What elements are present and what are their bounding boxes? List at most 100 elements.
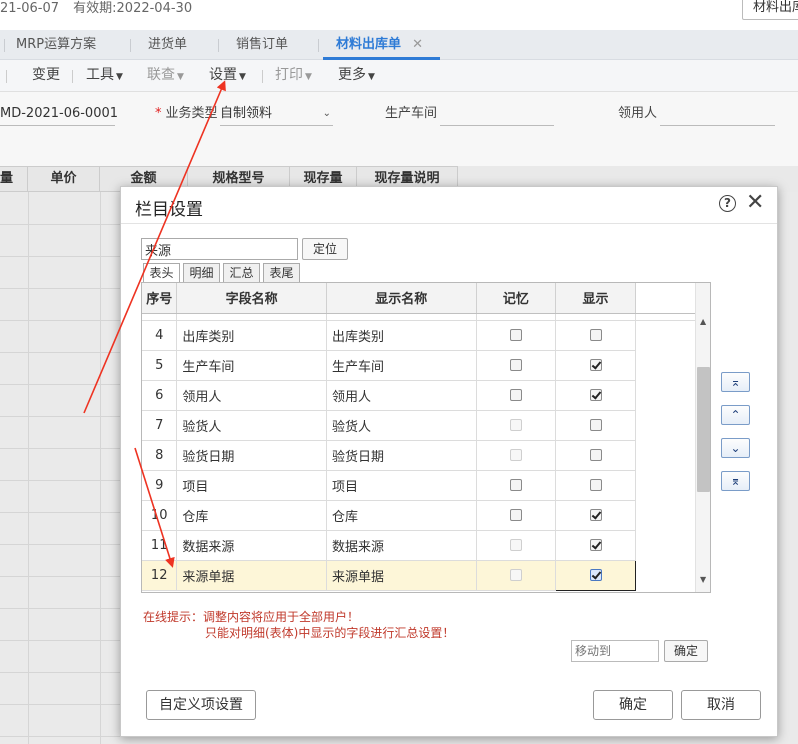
document-number-field[interactable]: MD-2021-06-0001: [0, 104, 118, 126]
table-row[interactable]: 10 仓库 仓库: [142, 500, 710, 531]
row-display-name[interactable]: 验货人: [326, 410, 477, 441]
show-checkbox[interactable]: [589, 389, 602, 401]
grid-line: [28, 192, 29, 744]
query-label: 联查: [147, 67, 175, 83]
column-unit-price[interactable]: 单价: [28, 167, 100, 191]
memory-checkbox[interactable]: [509, 479, 522, 491]
print-menu[interactable]: 打印 ▼: [275, 60, 312, 92]
move-bottom-button[interactable]: ⌆: [721, 471, 750, 491]
memory-checkbox[interactable]: [509, 389, 522, 401]
move-to-confirm-button[interactable]: 确定: [664, 640, 708, 662]
settings-label: 设置: [209, 67, 237, 83]
tab-separator: [4, 39, 5, 52]
table-row[interactable]: 4 出库类别 出库类别: [142, 320, 710, 351]
material-out-button[interactable]: 材料出库: [742, 0, 798, 20]
row-memory-cell: [476, 500, 557, 531]
row-index: 6: [142, 380, 178, 411]
subtab-footer[interactable]: 表尾: [263, 263, 300, 283]
show-checkbox[interactable]: [589, 359, 602, 371]
grid-line: [0, 256, 120, 257]
row-show-cell: [555, 320, 636, 351]
print-label: 打印: [275, 67, 303, 83]
show-checkbox[interactable]: [589, 479, 602, 491]
header-memory: 记忆: [476, 283, 557, 314]
toolbar-separator: [6, 70, 7, 83]
query-menu[interactable]: 联查 ▼: [147, 60, 184, 92]
table-row[interactable]: 5 生产车间 生产车间: [142, 350, 710, 381]
settings-menu[interactable]: 设置 ▼: [209, 60, 246, 92]
row-index: 12: [142, 560, 178, 591]
row-display-name[interactable]: 验货日期: [326, 440, 477, 471]
locate-button[interactable]: 定位: [302, 238, 348, 260]
show-checkbox[interactable]: [589, 569, 602, 581]
table-row[interactable]: 7 验货人 验货人: [142, 410, 710, 441]
custom-fields-button[interactable]: 自定义项设置: [146, 690, 256, 720]
grid-line: [0, 224, 120, 225]
row-display-name[interactable]: 出库类别: [326, 320, 477, 351]
show-checkbox[interactable]: [589, 449, 602, 461]
change-button[interactable]: 变更: [32, 60, 60, 92]
tab-material-out-doc[interactable]: 材料出库单 ✕: [336, 30, 423, 60]
scroll-thumb[interactable]: [697, 367, 710, 492]
grid-line: [100, 192, 101, 744]
tab-purchase-receipt[interactable]: 进货单: [148, 30, 187, 60]
show-checkbox[interactable]: [589, 329, 602, 341]
table-row[interactable]: 12 来源单据 来源单据: [142, 559, 710, 591]
cancel-button[interactable]: 取消: [681, 690, 761, 720]
row-field-name: 领用人: [176, 380, 327, 411]
row-display-name[interactable]: 领用人: [326, 380, 477, 411]
row-show-cell: [555, 559, 636, 591]
more-menu[interactable]: 更多 ▼: [338, 60, 375, 92]
column-quantity[interactable]: 量: [0, 167, 28, 191]
close-icon[interactable]: ✕: [746, 191, 764, 215]
chevron-down-icon: ▼: [368, 72, 375, 82]
show-checkbox[interactable]: [589, 539, 602, 551]
row-show-cell: [555, 410, 636, 441]
tab-label: 材料出库单: [336, 37, 402, 52]
tools-menu[interactable]: 工具 ▼: [86, 60, 123, 92]
business-type-select[interactable]: 自制领料 ⌄: [220, 104, 333, 126]
receiver-field[interactable]: [660, 104, 775, 126]
move-up-button[interactable]: ⌃: [721, 405, 750, 425]
table-row[interactable]: 8 验货日期 验货日期: [142, 440, 710, 471]
title-divider: [121, 223, 777, 224]
table-row[interactable]: 6 领用人 领用人: [142, 380, 710, 411]
tab-mrp-plan[interactable]: MRP运算方案: [16, 30, 96, 60]
move-to-input[interactable]: [571, 640, 659, 662]
workshop-field[interactable]: [440, 104, 554, 126]
row-display-name[interactable]: 来源单据: [326, 560, 477, 591]
tab-sales-order[interactable]: 销售订单: [236, 30, 288, 60]
toolbar-separator: [262, 70, 263, 83]
table-scrollbar[interactable]: ▲ ▼: [695, 283, 710, 592]
subtab-summary[interactable]: 汇总: [223, 263, 260, 283]
move-down-button[interactable]: ⌄: [721, 438, 750, 458]
table-row[interactable]: 11 数据来源 数据来源: [142, 530, 710, 561]
row-index: 7: [142, 410, 178, 441]
grid-line: [0, 448, 120, 449]
row-display-name[interactable]: 生产车间: [326, 350, 477, 381]
header-index: 序号: [142, 283, 178, 314]
row-display-name[interactable]: 项目: [326, 470, 477, 501]
column-settings-dialog: 栏目设置 ? ✕ 定位 表头 明细 汇总 表尾 序号 字段名称 显示名称 记忆 …: [120, 186, 778, 737]
memory-checkbox: [509, 539, 522, 551]
field-search-input[interactable]: [141, 238, 298, 260]
scroll-up-icon[interactable]: ▲: [700, 317, 706, 326]
show-checkbox[interactable]: [589, 509, 602, 521]
row-display-name[interactable]: 仓库: [326, 500, 477, 531]
memory-checkbox[interactable]: [509, 359, 522, 371]
subtab-header[interactable]: 表头: [143, 263, 180, 283]
table-body: 4 出库类别 出库类别 5 生产车间 生产车间 6 领用人 领用人 7 验货人 验货人 8 验货日期 验货日…: [142, 313, 710, 591]
show-checkbox[interactable]: [589, 419, 602, 431]
grid-line: [0, 544, 120, 545]
row-display-name[interactable]: 数据来源: [326, 530, 477, 561]
scroll-down-icon[interactable]: ▼: [700, 575, 706, 584]
move-top-button[interactable]: ⌅: [721, 372, 750, 392]
subtab-detail[interactable]: 明细: [183, 263, 220, 283]
help-icon[interactable]: ?: [719, 195, 736, 212]
memory-checkbox[interactable]: [509, 329, 522, 341]
close-icon[interactable]: ✕: [412, 30, 423, 60]
table-row[interactable]: 9 项目 项目: [142, 470, 710, 501]
row-memory-cell: [476, 470, 557, 501]
memory-checkbox[interactable]: [509, 509, 522, 521]
ok-button[interactable]: 确定: [593, 690, 673, 720]
